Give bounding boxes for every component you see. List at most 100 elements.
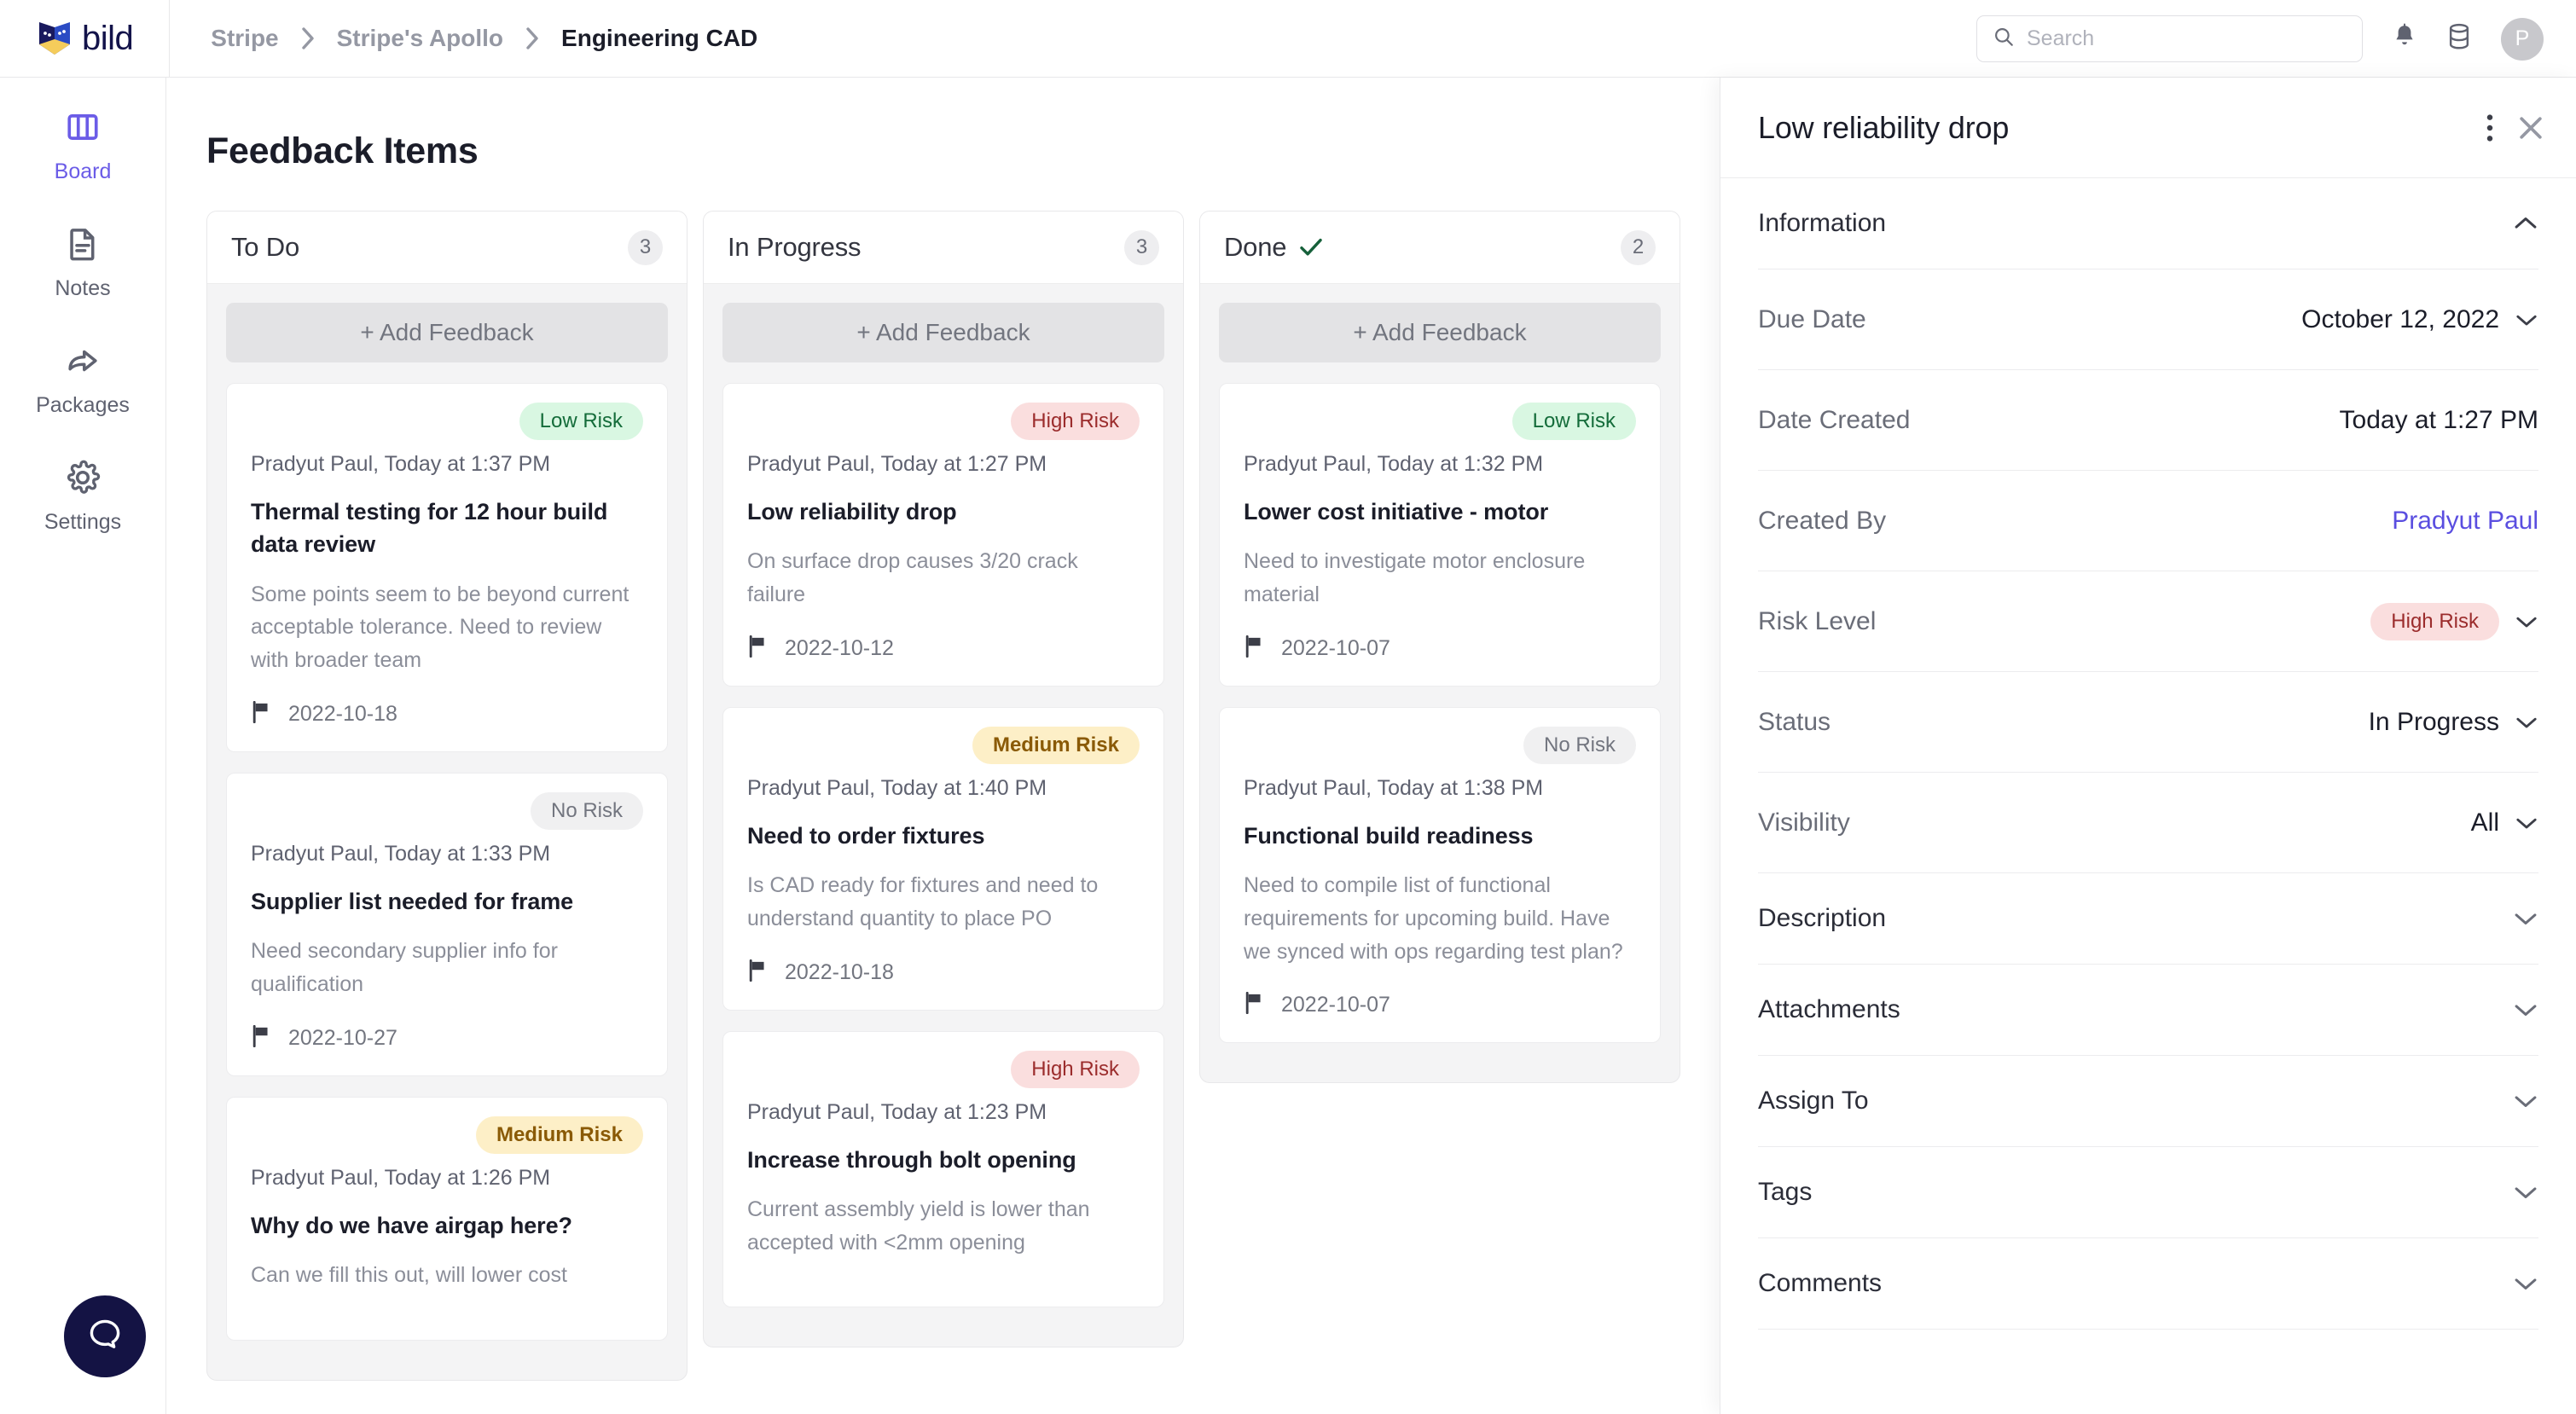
- card-description: On surface drop causes 3/20 crack failur…: [747, 549, 1078, 607]
- help-chat-button[interactable]: [64, 1295, 146, 1377]
- column-body: + Add Feedback Low Risk Pradyut Paul, To…: [207, 284, 687, 1380]
- card-title: Lower cost initiative - motor: [1244, 499, 1549, 524]
- chevron-down-icon[interactable]: [2515, 305, 2538, 334]
- chevron-down-icon[interactable]: [2515, 708, 2538, 737]
- card-badge-row: No Risk: [251, 791, 643, 830]
- database-icon: [2446, 23, 2472, 55]
- search-input[interactable]: [2027, 26, 2347, 51]
- feedback-card[interactable]: No Risk Pradyut Paul, Today at 1:33 PM S…: [226, 772, 668, 1076]
- add-feedback-button[interactable]: + Add Feedback: [1219, 303, 1661, 362]
- search-box[interactable]: [1976, 15, 2363, 62]
- card-title: Supplier list needed for frame: [251, 888, 574, 914]
- chevron-down-icon: [2513, 1001, 2538, 1018]
- feedback-card[interactable]: Medium Risk Pradyut Paul, Today at 1:40 …: [722, 706, 1164, 1011]
- sidebar-item-label: Settings: [44, 510, 122, 534]
- chevron-down-icon[interactable]: [2515, 808, 2538, 837]
- risk-badge: Medium Risk: [475, 1116, 643, 1154]
- section-header-tags[interactable]: Tags: [1758, 1147, 2538, 1238]
- app-logo[interactable]: bild: [36, 19, 134, 58]
- breadcrumb: Stripe Stripe's Apollo Engineering CAD: [211, 25, 757, 52]
- chevron-down-icon: [2513, 1092, 2538, 1110]
- chevron-down-icon: [2513, 1275, 2538, 1292]
- detail-panel-actions: [2486, 113, 2545, 142]
- card-date-text: 2022-10-12: [785, 635, 894, 660]
- sidebar-item-board[interactable]: Board: [0, 109, 165, 184]
- add-feedback-button[interactable]: + Add Feedback: [226, 303, 668, 362]
- database-button[interactable]: [2446, 23, 2472, 55]
- info-row-status[interactable]: Status In Progress: [1758, 672, 2538, 773]
- app-logo-text: bild: [82, 20, 134, 57]
- board-columns-icon: [65, 109, 101, 149]
- avatar[interactable]: P: [2501, 17, 2544, 61]
- card-author-time: Pradyut Paul, Today at 1:40 PM: [747, 775, 1047, 800]
- board-column-in-progress: In Progress 3 + Add Feedback High Risk P…: [703, 211, 1184, 1348]
- risk-badge: Medium Risk: [972, 726, 1140, 764]
- sidebar-item-settings[interactable]: Settings: [0, 460, 165, 535]
- detail-panel-title: Low reliability drop: [1758, 109, 2010, 145]
- card-date-text: 2022-10-07: [1281, 993, 1390, 1017]
- info-row-visibility[interactable]: Visibility All: [1758, 773, 2538, 873]
- info-value-text: October 12, 2022: [2301, 304, 2499, 333]
- feedback-card[interactable]: Medium Risk Pradyut Paul, Today at 1:26 …: [226, 1096, 668, 1341]
- section-header-description[interactable]: Description: [1758, 873, 2538, 965]
- card-badge-row: Low Risk: [1244, 403, 1636, 440]
- section-title: Attachments: [1758, 995, 1900, 1023]
- flag-icon: [251, 700, 271, 727]
- risk-badge: Low Risk: [1511, 403, 1636, 440]
- info-label: Date Created: [1758, 405, 1911, 434]
- risk-badge: High Risk: [2370, 602, 2499, 640]
- chevron-right-icon: [524, 25, 541, 52]
- section-header-assign-to[interactable]: Assign To: [1758, 1056, 2538, 1147]
- info-row-date-created: Date Created Today at 1:27 PM: [1758, 370, 2538, 471]
- breadcrumb-item-0[interactable]: Stripe: [211, 25, 278, 52]
- column-count: 3: [1124, 229, 1159, 265]
- section-header-attachments[interactable]: Attachments: [1758, 965, 2538, 1056]
- flag-icon: [251, 1024, 271, 1052]
- flag-icon: [1244, 635, 1264, 662]
- breadcrumb-item-1[interactable]: Stripe's Apollo: [337, 25, 503, 52]
- section-title: Description: [1758, 904, 1887, 932]
- section-header-information[interactable]: Information: [1758, 178, 2538, 269]
- more-vertical-icon[interactable]: [2486, 113, 2494, 142]
- notifications-button[interactable]: [2392, 23, 2417, 55]
- close-icon[interactable]: [2516, 113, 2545, 142]
- feedback-card[interactable]: Low Risk Pradyut Paul, Today at 1:32 PM …: [1219, 383, 1661, 687]
- column-header: In Progress 3: [704, 212, 1183, 284]
- feedback-card[interactable]: No Risk Pradyut Paul, Today at 1:38 PM F…: [1219, 706, 1661, 1044]
- card-due-date: 2022-10-27: [251, 1024, 643, 1052]
- info-value[interactable]: Pradyut Paul: [2392, 507, 2538, 536]
- column-count: 3: [628, 229, 663, 265]
- card-description: Need secondary supplier info for qualifi…: [251, 939, 558, 996]
- card-title: Why do we have airgap here?: [251, 1212, 572, 1238]
- sidebar-item-label: Packages: [36, 393, 130, 417]
- flag-icon: [747, 959, 768, 986]
- chevron-down-icon[interactable]: [2515, 607, 2538, 636]
- card-badge-row: Low Risk: [251, 403, 643, 440]
- avatar-initial: P: [2515, 26, 2530, 50]
- add-feedback-button[interactable]: + Add Feedback: [722, 303, 1164, 362]
- sidebar-item-notes[interactable]: Notes: [0, 226, 165, 301]
- card-author-time: Pradyut Paul, Today at 1:32 PM: [1244, 452, 1544, 476]
- detail-panel-body: Information Due Date October 12, 2022 Da…: [1720, 178, 2576, 1414]
- sidebar-item-packages[interactable]: Packages: [0, 343, 165, 418]
- column-body: + Add Feedback Low Risk Pradyut Paul, To…: [1200, 284, 1680, 1082]
- info-label: Due Date: [1758, 304, 1866, 333]
- feedback-card[interactable]: High Risk Pradyut Paul, Today at 1:27 PM…: [722, 383, 1164, 687]
- risk-badge: High Risk: [1011, 403, 1140, 440]
- info-row-created-by[interactable]: Created By Pradyut Paul: [1758, 471, 2538, 571]
- info-row-risk-level[interactable]: Risk Level High Risk: [1758, 571, 2538, 672]
- bild-logo-mark-icon: [39, 22, 70, 55]
- app-root: bild Stripe Stripe's Apollo Engineering …: [0, 0, 2576, 1414]
- card-description: Current assembly yield is lower than acc…: [747, 1197, 1090, 1255]
- breadcrumb-item-2[interactable]: Engineering CAD: [561, 25, 757, 52]
- created-by-link[interactable]: Pradyut Paul: [2392, 507, 2538, 536]
- column-count: 2: [1621, 229, 1656, 265]
- feedback-card[interactable]: High Risk Pradyut Paul, Today at 1:23 PM…: [722, 1030, 1164, 1308]
- feedback-card[interactable]: Low Risk Pradyut Paul, Today at 1:37 PM …: [226, 383, 668, 752]
- card-description: Need to investigate motor enclosure mate…: [1244, 549, 1586, 607]
- check-icon: [1298, 236, 1324, 258]
- sidebar-item-label: Board: [54, 159, 112, 183]
- card-date-text: 2022-10-18: [288, 701, 397, 726]
- section-header-comments[interactable]: Comments: [1758, 1238, 2538, 1330]
- info-row-due-date[interactable]: Due Date October 12, 2022: [1758, 269, 2538, 370]
